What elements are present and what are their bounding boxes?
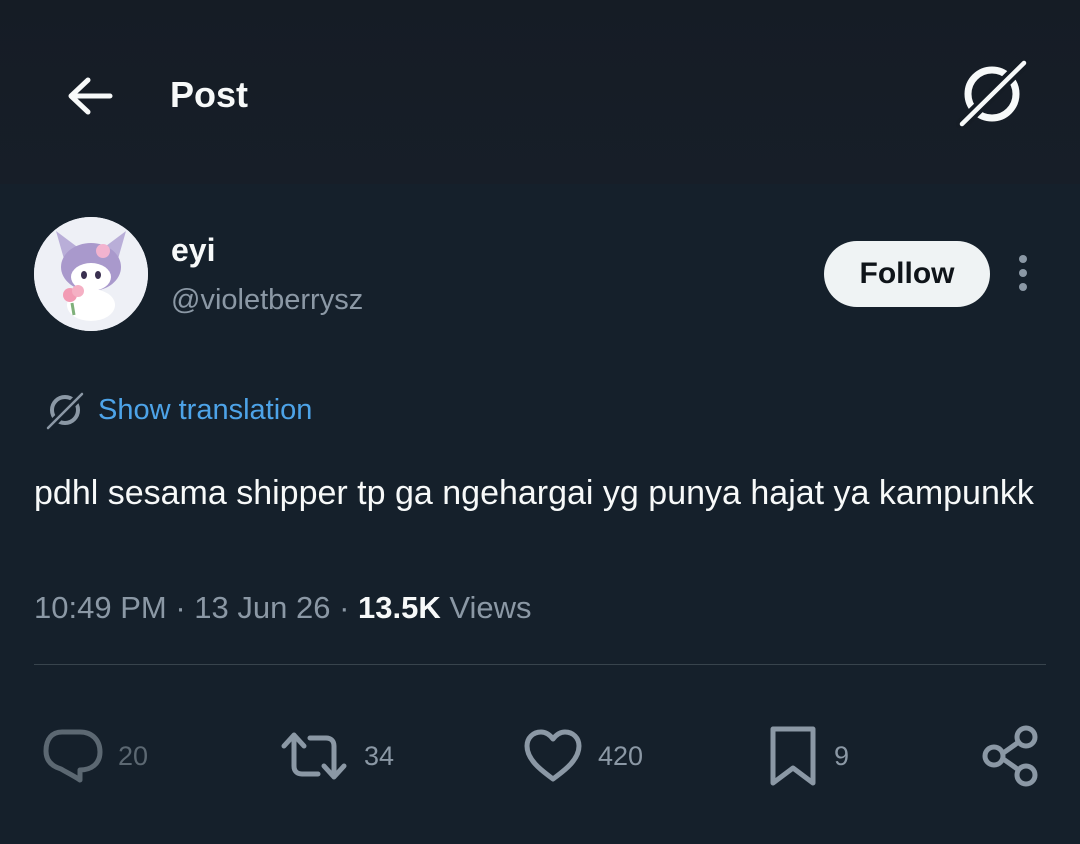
meta-separator: · xyxy=(339,590,358,625)
post-date[interactable]: 13 Jun 26 xyxy=(194,590,330,625)
views-label: Views xyxy=(449,590,532,625)
like-count: 420 xyxy=(598,740,644,771)
repost-icon xyxy=(281,732,347,780)
top-bar: Post xyxy=(0,0,1080,184)
grok-icon xyxy=(956,57,1030,130)
post-text: pdhl sesama shipper tp ga ngehargai yg p… xyxy=(34,474,1034,512)
more-vertical-icon xyxy=(1019,255,1027,291)
show-translation-row[interactable]: Show translation xyxy=(44,388,312,432)
bookmark-icon xyxy=(770,726,816,786)
more-options-button[interactable] xyxy=(1008,254,1038,294)
kuromi-avatar-icon xyxy=(34,217,148,331)
bookmark-button[interactable]: 9 xyxy=(766,720,849,792)
share-button[interactable] xyxy=(980,720,1042,792)
repost-count: 34 xyxy=(364,740,395,771)
author-display-name[interactable]: eyi xyxy=(171,232,215,269)
like-button[interactable]: 420 xyxy=(522,720,643,792)
page-title: Post xyxy=(170,74,249,115)
post-meta: 10:49 PM · 13 Jun 26 · 13.5K Views xyxy=(34,590,532,626)
reply-icon xyxy=(43,729,103,783)
reply-count: 20 xyxy=(118,740,149,771)
author-handle[interactable]: @violetberrysz xyxy=(171,284,363,317)
divider xyxy=(34,664,1046,665)
grok-button[interactable] xyxy=(956,57,1030,130)
views-count[interactable]: 13.5K xyxy=(358,590,441,625)
repost-button[interactable]: 34 xyxy=(278,720,394,792)
bookmark-count: 9 xyxy=(834,740,850,771)
meta-separator: · xyxy=(175,590,195,625)
reply-button[interactable]: 20 xyxy=(40,720,148,792)
share-icon xyxy=(982,725,1038,787)
grok-icon xyxy=(44,390,84,432)
back-button[interactable] xyxy=(62,68,122,124)
heart-icon xyxy=(524,729,582,782)
action-bar: 20 34 420 9 xyxy=(0,720,1080,792)
arrow-left-icon xyxy=(68,77,113,115)
show-translation-link[interactable]: Show translation xyxy=(98,394,312,427)
post-time[interactable]: 10:49 PM xyxy=(34,590,167,625)
follow-button[interactable]: Follow xyxy=(824,241,990,307)
avatar[interactable] xyxy=(34,217,148,331)
